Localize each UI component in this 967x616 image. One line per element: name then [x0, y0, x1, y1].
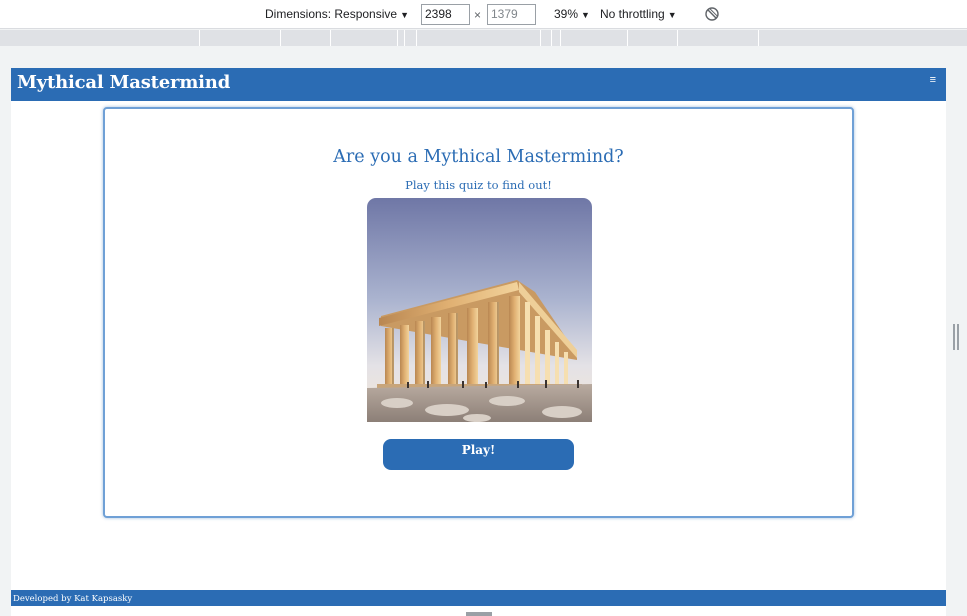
zoom-value: 39%	[554, 7, 579, 21]
height-input[interactable]: 1379	[487, 4, 536, 25]
times-symbol: ×	[474, 8, 482, 22]
bottom-resize-handle[interactable]	[466, 612, 492, 616]
footer-credit: Developed by Kat Kapsasky	[13, 594, 133, 604]
chevron-down-icon: ▼	[667, 10, 677, 20]
hamburger-icon[interactable]: ≡	[930, 74, 936, 86]
emulated-page: Mythical Mastermind ≡ Are you a Mythical…	[11, 68, 946, 616]
page-heading: Are you a Mythical Mastermind?	[333, 147, 624, 167]
intro-card: Are you a Mythical Mastermind? Play this…	[103, 107, 854, 518]
rotate-icon[interactable]	[704, 6, 720, 22]
right-resize-handle[interactable]	[953, 324, 959, 350]
devtools-toolbar: Dimensions: Responsive ▼ 2398 × 1379 39% ▼…	[0, 0, 967, 29]
dimensions-label: Dimensions: Responsive	[265, 7, 398, 21]
zoom-dropdown[interactable]: 39% ▼	[554, 7, 590, 21]
throttling-dropdown[interactable]: No throttling ▼	[600, 7, 677, 21]
parthenon-image	[367, 198, 592, 422]
throttling-value: No throttling	[600, 7, 665, 21]
footer: Developed by Kat Kapsasky	[11, 590, 946, 606]
navbar: Mythical Mastermind ≡	[11, 68, 946, 101]
chevron-down-icon: ▼	[400, 10, 409, 20]
width-input[interactable]: 2398	[421, 4, 470, 25]
play-button[interactable]: Play!	[383, 439, 574, 470]
brand-title[interactable]: Mythical Mastermind	[17, 72, 230, 93]
dimensions-dropdown[interactable]: Dimensions: Responsive ▼	[265, 7, 409, 21]
page-subheading: Play this quiz to find out!	[405, 178, 552, 192]
chevron-down-icon: ▼	[581, 10, 590, 20]
media-query-ruler[interactable]	[0, 30, 967, 46]
